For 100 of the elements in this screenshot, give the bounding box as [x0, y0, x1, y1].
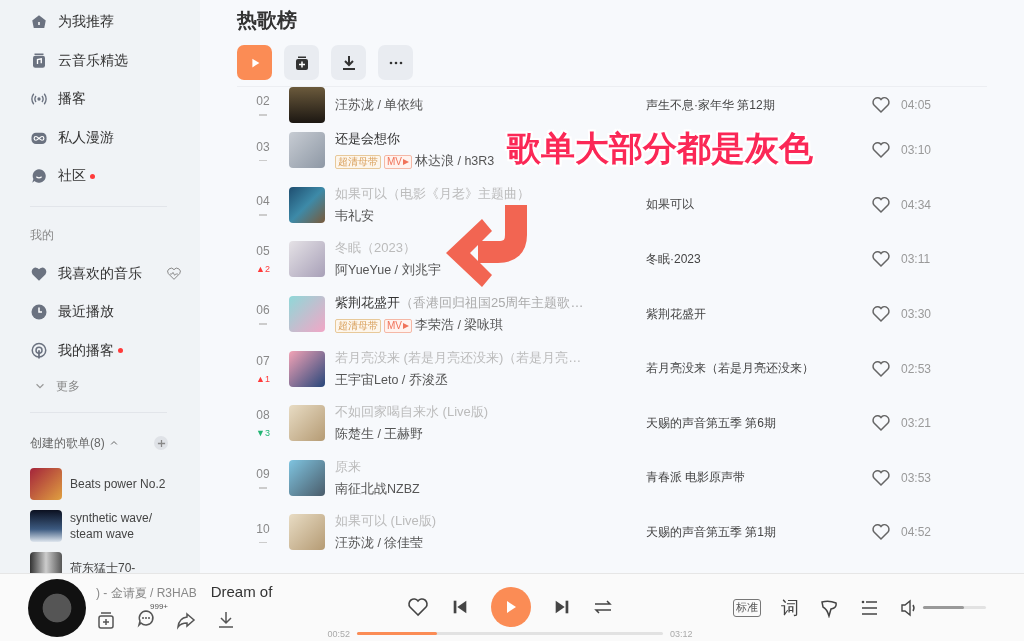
- rank-steady-icon: [259, 159, 267, 162]
- rank-number: 02: [256, 94, 270, 109]
- rank-up-change: ▲2: [256, 264, 270, 275]
- artist-names[interactable]: 王宇宙Leto / 乔浚丞: [335, 371, 448, 389]
- artist-names[interactable]: 林达浪 / h3R3: [415, 153, 495, 171]
- sidebar-label: 我喜欢的音乐: [58, 264, 142, 283]
- duration: 03:30: [901, 307, 933, 322]
- song-title: 如果可以（电影《月老》主题曲）: [335, 184, 530, 203]
- album-cover: [289, 459, 325, 496]
- song-title: Dream of: [210, 583, 273, 600]
- sidebar-item[interactable]: 我的播客: [30, 331, 127, 370]
- album-name[interactable]: 若月亮没来（若是月亮还没来）: [646, 360, 871, 378]
- heart-icon: [871, 413, 891, 434]
- sidebar-item[interactable]: 播客: [30, 80, 90, 119]
- song-title: 紫荆花盛开（香港回归祖国25周年主题歌…: [335, 294, 584, 313]
- duration: 04:05: [901, 98, 933, 112]
- rank-number: 10: [256, 521, 270, 536]
- quality-tag: 超清母带: [335, 154, 381, 169]
- album-disc[interactable]: [28, 578, 86, 637]
- sidebar-label: 我的播客: [58, 341, 114, 360]
- artist-names[interactable]: 李荣浩 / 梁咏琪: [415, 317, 504, 335]
- playlist-item[interactable]: 荷东猛士70-: [30, 547, 200, 573]
- sidebar-item[interactable]: 为我推荐: [30, 3, 118, 42]
- section-heading[interactable]: 创建的歌单(8): [30, 434, 105, 452]
- add-button[interactable]: [284, 45, 319, 80]
- heart-icon: [871, 467, 891, 488]
- duration: 03:10: [901, 143, 933, 158]
- sidebar-label: 最近播放: [58, 303, 114, 322]
- album-name[interactable]: 天赐的声音第五季 第1期: [646, 523, 871, 541]
- download-icon: [340, 54, 357, 71]
- album-cover: [289, 405, 325, 442]
- artist-names[interactable]: 阿YueYue / 刘兆宇: [335, 262, 441, 280]
- play-all-button[interactable]: [237, 45, 272, 80]
- rank-number: 07: [256, 353, 270, 368]
- album-name[interactable]: 紫荆花盛开: [646, 305, 871, 323]
- album-cover: [289, 514, 325, 551]
- rank-down-change: ▼3: [256, 428, 270, 439]
- rank-number: 04: [256, 194, 270, 209]
- duration: 04:52: [901, 525, 933, 540]
- progress-bar[interactable]: [357, 632, 663, 635]
- annotation-text: 歌单大部分都是灰色: [507, 128, 813, 169]
- artist-names[interactable]: 汪苏泷 / 单依纯: [335, 96, 424, 114]
- duration: 04:34: [901, 197, 933, 212]
- quality-tag: 超清母带: [335, 318, 381, 333]
- song-title: 还是会想你: [335, 130, 400, 149]
- more-icon: [388, 60, 403, 65]
- playlist-cover: [30, 468, 62, 500]
- song-title: 如果可以 (Live版): [335, 512, 437, 531]
- heart-icon: [871, 249, 891, 270]
- album-name[interactable]: 青春派 电影原声带: [646, 469, 871, 487]
- album-name[interactable]: 声生不息·家年华 第12期: [646, 96, 871, 114]
- duration: 03:53: [901, 470, 933, 485]
- album-name[interactable]: 天赐的声音第五季 第6期: [646, 414, 871, 432]
- sidebar-item[interactable]: 最近播放: [30, 293, 118, 332]
- album-cover: [289, 186, 325, 223]
- album-name[interactable]: 冬眠·2023: [646, 251, 871, 268]
- heart-icon: [407, 595, 429, 618]
- volume-slider[interactable]: [923, 606, 986, 609]
- lyrics-button[interactable]: 词: [781, 595, 799, 620]
- sidebar-label: 播客: [58, 90, 86, 109]
- album-name[interactable]: 如果可以: [646, 196, 871, 214]
- sidebar-item[interactable]: 云音乐精选: [30, 41, 132, 80]
- rank-number: 06: [256, 303, 270, 318]
- rank-number: 08: [256, 408, 270, 423]
- duration: 03:21: [901, 416, 933, 431]
- sidebar-item[interactable]: 私人漫游: [30, 118, 118, 157]
- rank-number: 03: [256, 139, 270, 154]
- chevron-up-icon: [108, 438, 119, 448]
- sound-effect-icon: [819, 597, 839, 618]
- playlist-cover: [30, 510, 62, 542]
- artist-names[interactable]: 韦礼安: [335, 207, 374, 225]
- comment-icon: [136, 608, 156, 628]
- rank-number: 09: [256, 467, 270, 482]
- play-button[interactable]: [491, 586, 531, 627]
- sidebar-label: 私人漫游: [58, 128, 114, 147]
- chat-bubble-icon: [30, 167, 48, 186]
- playlist-item[interactable]: Beats power No.2: [30, 463, 200, 505]
- sidebar-item[interactable]: 我喜欢的音乐: [30, 254, 186, 293]
- download-button[interactable]: [331, 45, 366, 80]
- heart-icon: [871, 194, 891, 215]
- playlist-item[interactable]: synthetic wave/ steam wave: [30, 505, 200, 547]
- album-cover: [289, 296, 325, 333]
- quality-button[interactable]: 标准: [733, 598, 761, 617]
- music-note-icon: [30, 51, 48, 70]
- artist-names[interactable]: 汪苏泷 / 徐佳莹: [335, 535, 424, 553]
- song-title: 原来: [335, 457, 361, 476]
- sidebar-item[interactable]: 社区: [30, 157, 99, 196]
- add-playlist-button[interactable]: [154, 436, 168, 450]
- heart-icon: [871, 522, 891, 543]
- more-button[interactable]: [378, 45, 413, 80]
- song-title: 不如回家喝自来水 (Live版): [335, 403, 489, 422]
- rank-steady-icon: [259, 541, 267, 544]
- heartbeat-icon: [166, 265, 182, 282]
- artist-names[interactable]: 陈楚生 / 王赫野: [335, 426, 424, 444]
- comment-count: 999+: [150, 602, 169, 611]
- rank-up-change: ▲1: [256, 373, 270, 384]
- artist-names[interactable]: 南征北战NZBZ: [335, 480, 420, 498]
- page-title: 热歌榜: [237, 8, 298, 33]
- heart-icon: [871, 95, 891, 115]
- sidebar-label: 社区: [58, 167, 86, 186]
